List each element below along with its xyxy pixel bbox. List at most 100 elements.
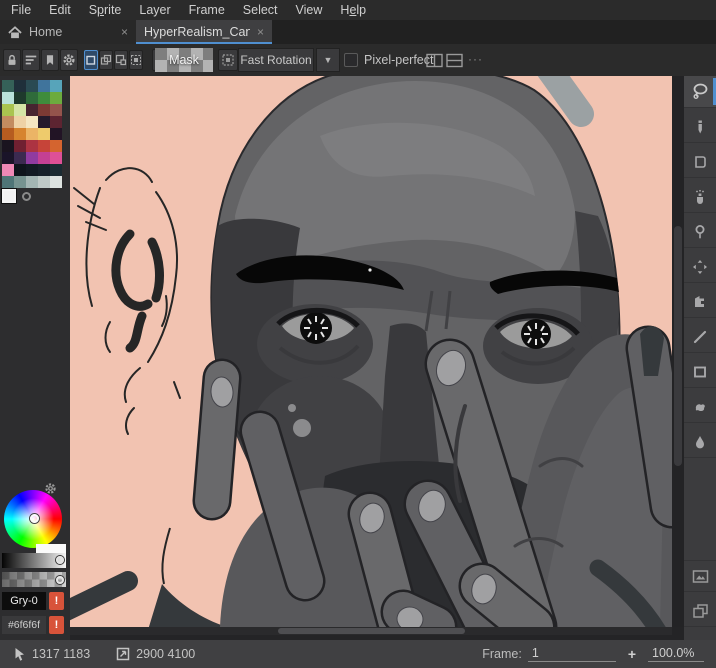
close-icon[interactable]: × [257,25,264,39]
tool-contour[interactable] [684,391,716,423]
palette-swatch[interactable] [50,152,62,164]
menu-file[interactable]: File [2,1,40,19]
palette-swatch[interactable] [14,140,26,152]
sort-lines-button[interactable] [22,49,40,71]
palette-swatch[interactable] [2,116,14,128]
gradient-handle[interactable] [56,576,64,584]
tool-rectangle[interactable] [684,356,716,388]
palette-swatch[interactable] [14,152,26,164]
zoom-level-input[interactable]: 100.0% [648,646,704,662]
palette-swatch[interactable] [2,140,14,152]
palette-swatch[interactable] [14,104,26,116]
split-vertical-button[interactable] [424,49,444,71]
rotation-algorithm-select[interactable]: Fast Rotation [238,48,314,72]
palette-swatch[interactable] [26,128,38,140]
close-icon[interactable]: × [121,25,128,39]
menu-sprite[interactable]: Sprite [80,1,131,19]
transparent-color-icon[interactable] [22,192,31,201]
tool-blur[interactable] [684,426,716,458]
selection-replace-button[interactable] [84,50,98,70]
palette-swatch[interactable] [38,104,50,116]
palette-swatch[interactable] [50,80,62,92]
palette-swatch[interactable] [2,164,14,176]
palette-swatch[interactable] [2,128,14,140]
palette-swatch[interactable] [38,164,50,176]
palette-swatch[interactable] [2,80,14,92]
palette-swatch[interactable] [26,176,38,188]
tab-home[interactable]: Home × [0,20,136,44]
split-horizontal-button[interactable] [444,49,464,71]
menu-layer[interactable]: Layer [130,1,179,19]
palette-swatch[interactable] [26,140,38,152]
palette-swatch[interactable] [50,164,62,176]
palette-swatch[interactable] [38,176,50,188]
horizontal-scrollbar-thumb[interactable] [278,628,465,634]
color-hex-field[interactable]: #6f6f6f [2,616,46,634]
palette-swatch[interactable] [26,80,38,92]
horizontal-scrollbar[interactable] [70,627,672,635]
palette-swatch[interactable] [14,116,26,128]
palette-swatch[interactable] [26,164,38,176]
palette-swatch[interactable] [2,152,14,164]
tool-line[interactable] [684,321,716,353]
palette-swatch[interactable] [2,104,14,116]
color-warning-button[interactable]: ! [49,592,64,610]
palette-swatch[interactable] [14,164,26,176]
menu-help[interactable]: Help [331,1,375,19]
palette-swatch[interactable] [26,104,38,116]
tool-move[interactable] [684,251,716,283]
palette-swatch[interactable] [50,92,62,104]
layers-button[interactable] [684,595,716,627]
palette-swatch[interactable] [2,176,14,188]
palette-swatch[interactable] [14,80,26,92]
tool-spray[interactable] [684,181,716,213]
tool-eraser[interactable] [684,146,716,178]
palette-swatch[interactable] [26,116,38,128]
palette-swatch[interactable] [2,92,14,104]
lock-button[interactable] [3,49,21,71]
palette-swatch[interactable] [50,104,62,116]
canvas-artwork[interactable] [70,76,672,627]
palette-swatch[interactable] [38,92,50,104]
color-warning-button[interactable]: ! [49,616,64,634]
menu-select[interactable]: Select [234,1,287,19]
palette-swatch[interactable] [38,140,50,152]
tab-hyperrealism-canv[interactable]: HyperRealism_Canv × [136,20,272,44]
menu-edit[interactable]: Edit [40,1,80,19]
selection-subtract-button[interactable] [114,50,128,70]
menu-frame[interactable]: Frame [180,1,234,19]
palette-swatch[interactable] [50,176,62,188]
frame-number-input[interactable]: 1 [528,646,616,662]
tool-lasso[interactable] [684,76,716,108]
palette-swatch[interactable] [14,176,26,188]
palette-swatch[interactable] [26,92,38,104]
pixel-perfect-checkbox[interactable] [344,53,358,67]
rotation-dropdown-arrow[interactable]: ▼ [316,48,340,72]
palette-swatch[interactable] [50,116,62,128]
menu-view[interactable]: View [287,1,332,19]
bookmark-button[interactable] [41,49,59,71]
selected-color-swatch[interactable] [2,189,16,203]
gradient-handle[interactable] [56,556,64,564]
palette-swatch[interactable] [50,128,62,140]
color-name-field[interactable]: Gry-0 [2,592,46,610]
settings-button[interactable] [60,49,78,71]
brush-mask-button[interactable]: Mask [155,48,213,72]
selection-intersect-button[interactable] [129,50,143,70]
vertical-scrollbar[interactable] [672,76,684,627]
palette-swatch[interactable] [14,128,26,140]
palette-swatch[interactable] [38,152,50,164]
selection-add-button[interactable] [99,50,113,70]
palette-swatch[interactable] [50,140,62,152]
add-frame-button[interactable]: + [622,646,642,662]
palette-swatch[interactable] [38,116,50,128]
tool-pencil[interactable] [684,111,716,143]
palette-swatch[interactable] [38,80,50,92]
palette-swatch[interactable] [14,92,26,104]
preview-button[interactable] [684,560,716,592]
tool-paint-bucket[interactable] [684,286,716,318]
more-options-button[interactable]: ··· [468,52,483,66]
pattern-options-button[interactable] [218,49,238,71]
palette-swatch[interactable] [38,128,50,140]
palette-swatch[interactable] [26,152,38,164]
